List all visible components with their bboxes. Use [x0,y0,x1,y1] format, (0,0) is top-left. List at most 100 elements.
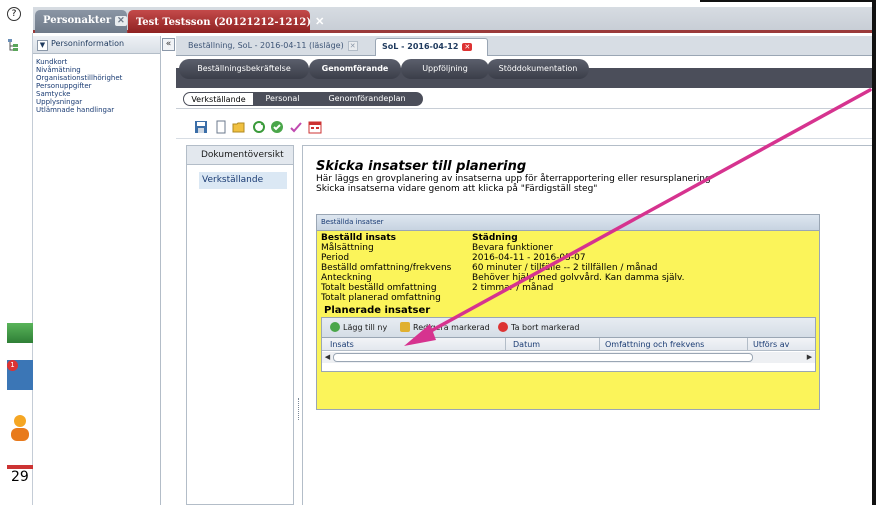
row-label: Period [321,253,350,263]
intro-text: Här läggs en grovplanering av insatserna… [316,174,711,194]
help-icon[interactable]: ? [7,7,21,21]
edit-selected-button[interactable]: Redigera markerad [400,322,490,332]
person-info-item[interactable]: Nivåmätning [36,66,160,74]
row-label: Beställd omfattning/frekvens [321,263,452,273]
ordered-services-header: Beställda insatser [317,215,819,231]
edit-icon [400,322,410,332]
tab-label: Beställning, SoL - 2016-04-11 (läsläge) [188,41,344,50]
row-value: 60 minuter / tillfälle -- 2 tillfällen /… [472,263,658,273]
scroll-right-icon[interactable]: ▶ [804,352,815,363]
page-title: Skicka insatser till planering [316,159,527,174]
tree-icon[interactable] [7,38,19,55]
tab-label: Test Testsson (20121212-1212) [136,17,312,28]
person-info-title: Personinformation [51,39,125,48]
row-label: Målsättning [321,243,374,253]
document-overview-panel: Dokumentöversikt Verkställande [186,145,294,505]
document-tab-bar: Beställning, SoL - 2016-04-11 (läsläge) ✕… [176,36,876,56]
person-info-item[interactable]: Upplysningar [36,98,160,106]
step-genomforande[interactable]: Genomförande [309,59,401,79]
calendar-red-icon[interactable] [308,120,322,134]
person-info-item[interactable]: Kundkort [36,58,160,66]
row-value: 2 timmar / månad [472,283,554,293]
column-header-insats[interactable]: Insats [330,340,354,349]
row-value: Städning [472,233,518,243]
tab-label: SoL - 2016-04-12 [382,42,459,51]
step-uppfoljning[interactable]: Uppföljning [401,59,489,79]
collapse-panel-button[interactable]: « [162,38,175,51]
intro-line: Här läggs en grovplanering av insatserna… [316,174,711,184]
tab-test-testsson[interactable]: Test Testsson (20121212-1212) ✕ [128,10,324,33]
delete-selected-button[interactable]: Ta bort markerad [498,322,579,332]
column-separator[interactable] [505,338,506,350]
person-info-item[interactable]: Personuppgifter [36,82,160,90]
planned-toolbar: Lägg till ny Redigera markerad Ta bort m… [322,318,815,338]
close-icon[interactable]: ✕ [115,16,127,26]
row-label: Beställd insats [321,233,397,243]
green-block-icon[interactable] [7,323,33,343]
person-info-item[interactable]: Utlämnade handlingar [36,106,160,114]
calendar-icon[interactable]: 29 [7,465,33,493]
row-label: Totalt planerad omfattning [321,293,441,303]
grid-header: Insats Datum Omfattning och frekvens Utf… [322,338,815,351]
tab-bestallning[interactable]: Beställning, SoL - 2016-04-11 (läsläge) ✕ [182,38,372,56]
step-stoddokumentation[interactable]: Stöddokumentation [487,59,589,79]
add-new-label: Lägg till ny [343,323,388,332]
main-tab-bar: Personakter ✕ Test Testsson (20121212-121… [33,7,876,33]
chevron-down-icon[interactable]: ▼ [37,40,48,51]
person-info-item[interactable]: Samtycke [36,90,160,98]
sub-steps: Verkställande Personal Genomförandeplan [176,88,876,109]
document-overview-title: Dokumentöversikt [187,146,293,165]
row-value: Behöver hjälp med golvvård. Kan damma sj… [472,273,685,283]
scroll-thumb[interactable] [333,353,753,362]
notification-badge: 1 [7,360,18,371]
person-info-header[interactable]: ▼ Personinformation [33,36,160,54]
frame-edge [700,0,876,2]
folder-icon[interactable] [232,120,246,134]
column-header-datum[interactable]: Datum [513,340,540,349]
delete-icon [498,322,508,332]
planned-services-title: Planerade insatser [324,305,431,316]
column-header-omfattning[interactable]: Omfattning och frekvens [605,340,704,349]
close-icon[interactable]: ✕ [315,15,324,28]
intro-line: Skicka insatserna vidare genom att klick… [316,184,598,194]
tab-sol[interactable]: SoL - 2016-04-12 ✕ [375,38,488,56]
ordered-services-box: Beställda insatser Beställd insats Städn… [316,214,820,410]
refresh-icon[interactable] [252,120,266,134]
scroll-left-icon[interactable]: ◀ [322,352,333,363]
window-right-edge [872,0,876,505]
substep-verkstallande[interactable]: Verkställande [183,92,254,106]
row-value: Bevara funktioner [472,243,553,253]
column-header-utfors-av[interactable]: Utförs av [753,340,789,349]
user-icon[interactable] [10,413,30,443]
planned-services-grid: Lägg till ny Redigera markerad Ta bort m… [321,317,816,372]
row-label: Totalt beställd omfattning [321,283,437,293]
person-info-item[interactable]: Organisationstillhörighet [36,74,160,82]
add-new-button[interactable]: Lägg till ny [330,322,387,332]
document-icon[interactable] [214,120,228,134]
document-toolbar [176,115,876,139]
column-separator[interactable] [599,338,600,350]
delete-selected-label: Ta bort markerad [511,323,580,332]
tab-personakter[interactable]: Personakter ✕ [35,10,127,33]
person-info-list: Kundkort Nivåmätning Organisationstillhö… [33,54,160,114]
substep-genomforandeplan[interactable]: Genomförandeplan [311,92,423,106]
edit-selected-label: Redigera markerad [413,323,490,332]
close-icon[interactable]: ✕ [462,43,473,51]
process-steps: Beställningsbekräftelse Genomförande Upp… [176,57,876,88]
splitter-handle[interactable] [298,398,301,420]
row-label: Anteckning [321,273,372,283]
document-overview-item[interactable]: Verkställande [199,172,287,189]
check-icon[interactable] [270,120,284,134]
column-separator[interactable] [747,338,748,350]
save-icon[interactable] [194,120,208,134]
tab-label: Personakter [43,15,112,26]
horizontal-scrollbar[interactable]: ◀ ▶ [322,352,815,363]
person-info-panel: ▼ Personinformation Kundkort Nivåmätning … [33,36,161,505]
spellcheck-icon[interactable] [289,120,303,134]
ordered-services-body: Beställd insats Städning Målsättning Bev… [317,231,819,409]
step-bestallningsbekraftelse[interactable]: Beställningsbekräftelse [179,59,309,79]
row-value: 2016-04-11 - 2016-05-07 [472,253,586,263]
add-icon [330,322,340,332]
substep-personal[interactable]: Personal [254,92,311,106]
close-icon[interactable]: ✕ [347,41,358,51]
